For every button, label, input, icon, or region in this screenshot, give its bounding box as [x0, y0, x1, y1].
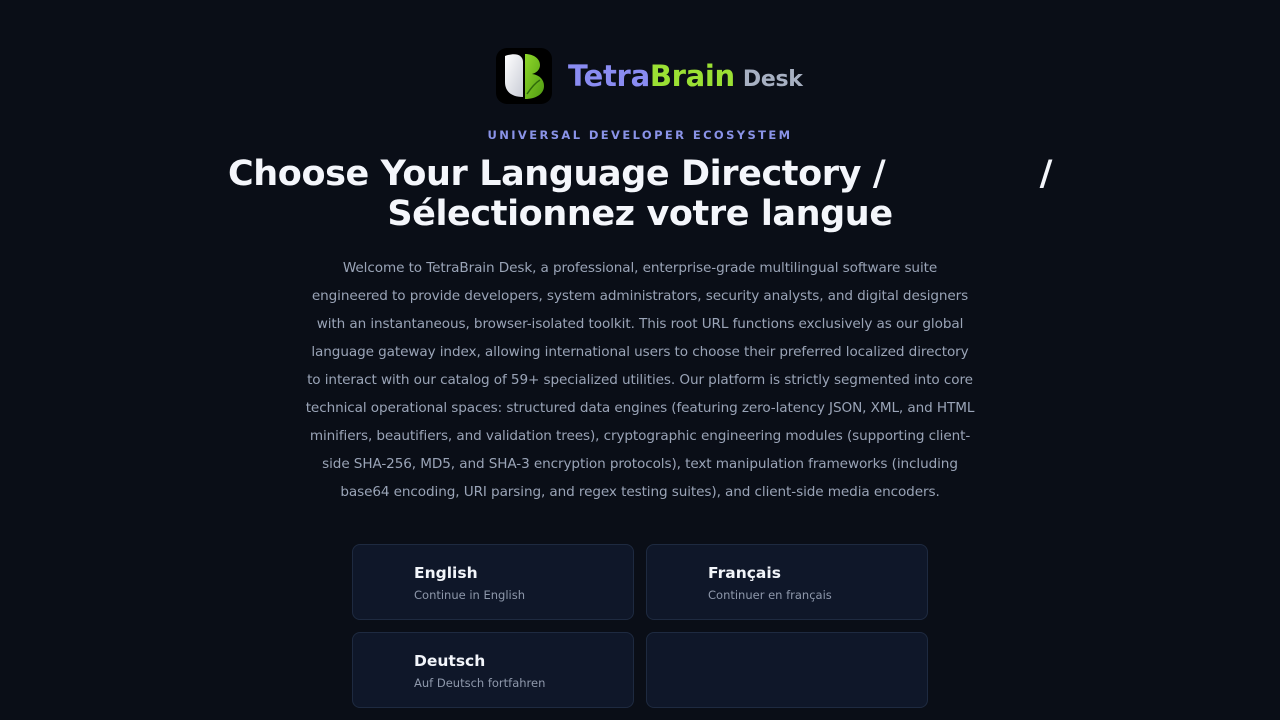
brand-wordmark: Tetra Brain Desk — [568, 59, 803, 93]
brand-name-brain: Brain — [649, 59, 735, 93]
intro-paragraph: Welcome to TetraBrain Desk, a profession… — [305, 260, 975, 500]
page-title-separator: / — [1039, 154, 1053, 194]
language-name: Deutsch — [414, 652, 486, 670]
language-gateway-page: Tetra Brain Desk UNIVERSAL DEVELOPER ECOSY… — [0, 0, 1280, 720]
language-subtitle: Continue in English — [414, 588, 526, 602]
page-title: Choose Your Language Directory / / Sélec… — [220, 154, 1060, 234]
brand-name-desk: Desk — [742, 67, 803, 92]
language-card-blank[interactable] — [646, 632, 928, 708]
language-name: English — [414, 564, 478, 582]
language-name: Français — [708, 564, 781, 582]
brand-header[interactable]: Tetra Brain Desk — [496, 48, 803, 104]
page-title-french: Sélectionnez votre langue — [387, 194, 893, 234]
page-title-english: Choose Your Language Directory / — [228, 154, 886, 194]
eyebrow-label: UNIVERSAL DEVELOPER ECOSYSTEM — [487, 128, 793, 142]
language-card-english[interactable]: English Continue in English — [352, 544, 634, 620]
language-subtitle: Continuer en français — [708, 588, 832, 602]
page-title-line-1: Choose Your Language Directory / / — [220, 154, 1060, 194]
language-subtitle: Auf Deutsch fortfahren — [414, 676, 546, 690]
brand-name-tetra: Tetra — [568, 59, 650, 93]
tetrabrain-leaf-icon — [496, 48, 552, 104]
language-card-french[interactable]: Français Continuer en français — [646, 544, 928, 620]
language-card-german[interactable]: Deutsch Auf Deutsch fortfahren — [352, 632, 634, 708]
